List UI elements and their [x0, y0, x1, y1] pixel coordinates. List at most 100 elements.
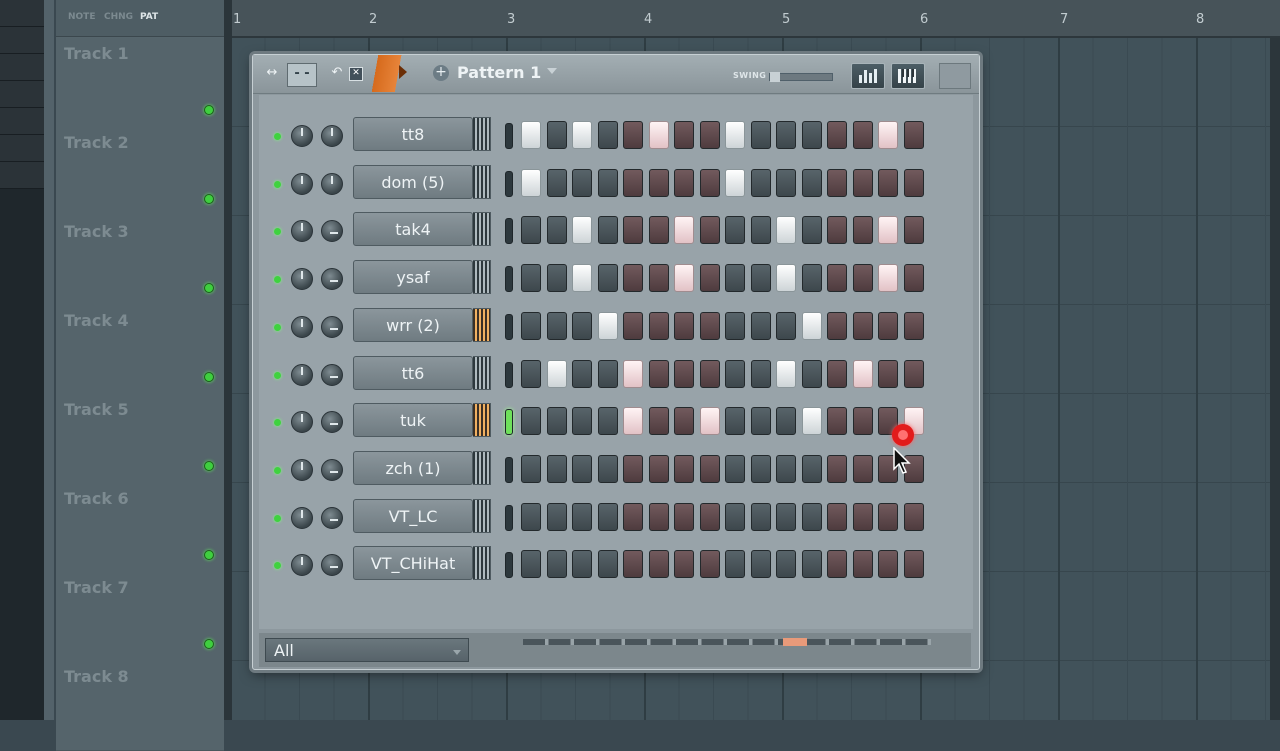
step-button-on[interactable] — [572, 216, 592, 245]
channel-name-button[interactable]: dom (5) — [353, 164, 473, 199]
chevron-down-icon[interactable] — [547, 68, 557, 74]
graph-editor-button[interactable] — [851, 63, 885, 89]
step-button-off[interactable] — [648, 407, 669, 436]
pan-knob[interactable] — [291, 268, 313, 291]
volume-knob[interactable] — [321, 268, 343, 291]
pan-knob[interactable] — [291, 220, 313, 243]
step-button-on[interactable] — [648, 121, 669, 149]
step-button-off[interactable] — [674, 311, 694, 340]
step-button-off[interactable] — [597, 264, 618, 293]
step-button-off[interactable] — [750, 121, 771, 149]
step-button-off[interactable] — [801, 216, 822, 245]
step-button-off[interactable] — [546, 502, 567, 531]
channel-name-button[interactable]: wrr (2) — [353, 307, 473, 342]
browser-item[interactable] — [0, 0, 44, 27]
step-button-off[interactable] — [801, 454, 822, 483]
step-button-off[interactable] — [572, 359, 592, 388]
step-button-on[interactable] — [572, 121, 592, 149]
step-button-off[interactable] — [750, 311, 771, 340]
pan-knob[interactable] — [291, 554, 313, 577]
step-button-off[interactable] — [521, 359, 541, 388]
track-mute-led[interactable] — [204, 550, 214, 560]
step-button-off[interactable] — [776, 502, 796, 531]
step-button-off[interactable] — [546, 454, 567, 483]
step-button-off[interactable] — [827, 502, 847, 531]
step-button-off[interactable] — [903, 216, 924, 245]
step-button-off[interactable] — [801, 502, 822, 531]
step-button-off[interactable] — [521, 454, 541, 483]
step-button-off[interactable] — [572, 407, 592, 436]
step-button-off[interactable] — [878, 168, 898, 197]
channel-mute-led[interactable] — [274, 276, 281, 284]
mode-tab-chng[interactable]: CHNG — [104, 12, 133, 22]
step-position-ruler[interactable] — [523, 638, 931, 646]
step-button-off[interactable] — [725, 311, 745, 340]
channel-select-indicator[interactable] — [505, 218, 513, 245]
step-button-off[interactable] — [597, 454, 618, 483]
step-button-off[interactable] — [674, 121, 694, 149]
track-header-7[interactable]: Track 7 — [56, 572, 224, 662]
channel-name-button[interactable]: tak4 — [353, 212, 473, 247]
step-button-off[interactable] — [674, 407, 694, 436]
step-button-off[interactable] — [546, 216, 567, 245]
track-mute-led[interactable] — [204, 461, 214, 471]
volume-knob[interactable] — [321, 458, 343, 481]
channel-select-indicator[interactable] — [505, 123, 513, 149]
step-button-off[interactable] — [597, 550, 618, 579]
pan-knob[interactable] — [291, 458, 313, 481]
step-button-off[interactable] — [597, 168, 618, 197]
step-button-off[interactable] — [546, 121, 567, 149]
step-button-off[interactable] — [725, 407, 745, 436]
step-button-off[interactable] — [674, 168, 694, 197]
step-button-off[interactable] — [546, 168, 567, 197]
step-button-off[interactable] — [699, 121, 720, 149]
channel-mute-led[interactable] — [274, 228, 281, 236]
step-button-on[interactable] — [776, 359, 796, 388]
close-icon[interactable]: ✕ — [349, 67, 363, 81]
volume-knob[interactable] — [321, 363, 343, 386]
channel-mute-led[interactable] — [274, 562, 281, 570]
channel-name-button[interactable]: VT_LC — [353, 498, 473, 533]
step-button-off[interactable] — [623, 454, 643, 483]
undo-icon[interactable]: ↶ — [329, 65, 345, 83]
step-button-off[interactable] — [750, 264, 771, 293]
channel-mute-led[interactable] — [274, 514, 281, 522]
step-button-off[interactable] — [546, 407, 567, 436]
swing-slider[interactable] — [769, 72, 833, 82]
sequencer-titlebar[interactable]: ↔ - - ↶ ✕ + Pattern 1 SWING — [253, 55, 979, 94]
browser-item[interactable] — [0, 135, 44, 162]
track-header-6[interactable]: Track 6 — [56, 483, 224, 573]
step-button-off[interactable] — [827, 407, 847, 436]
channel-target-mixer-grip[interactable] — [473, 450, 491, 485]
step-button-off[interactable] — [852, 264, 873, 293]
pan-knob[interactable] — [291, 506, 313, 529]
channel-select-indicator[interactable] — [505, 170, 513, 197]
step-button-on[interactable] — [801, 407, 822, 436]
step-button-off[interactable] — [597, 121, 618, 149]
step-button-off[interactable] — [623, 264, 643, 293]
channel-target-mixer-grip[interactable] — [473, 498, 491, 533]
step-button-off[interactable] — [852, 407, 873, 436]
step-button-off[interactable] — [572, 168, 592, 197]
step-button-off[interactable] — [878, 550, 898, 579]
step-button-off[interactable] — [521, 550, 541, 579]
step-button-off[interactable] — [648, 168, 669, 197]
step-button-off[interactable] — [572, 502, 592, 531]
step-button-off[interactable] — [623, 311, 643, 340]
channel-target-mixer-grip[interactable] — [473, 212, 491, 247]
step-button-on[interactable] — [776, 264, 796, 293]
step-button-off[interactable] — [699, 359, 720, 388]
step-button-on[interactable] — [623, 359, 643, 388]
pan-knob[interactable] — [291, 363, 313, 386]
swing-slider-handle[interactable] — [770, 72, 780, 82]
browser-item[interactable] — [0, 108, 44, 135]
step-button-off[interactable] — [852, 550, 873, 579]
channel-select-indicator[interactable] — [505, 409, 513, 436]
mode-tab-note[interactable]: NOTE — [68, 12, 95, 22]
step-button-off[interactable] — [674, 550, 694, 579]
step-button-off[interactable] — [546, 311, 567, 340]
playlist-timeline[interactable]: 1 2 3 4 5 6 7 8 — [232, 0, 1280, 38]
volume-knob[interactable] — [321, 220, 343, 243]
step-button-off[interactable] — [878, 311, 898, 340]
step-button-off[interactable] — [750, 454, 771, 483]
